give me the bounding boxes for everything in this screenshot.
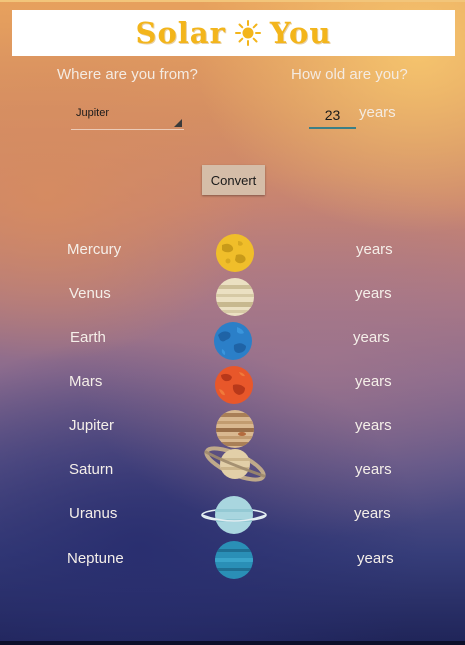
planet-row-neptune: Neptune years — [0, 540, 465, 584]
planet-name: Neptune — [67, 550, 124, 567]
planet-name: Earth — [70, 329, 106, 346]
planet-select[interactable]: Jupiter — [71, 103, 184, 130]
planet-select-value: Jupiter — [76, 107, 110, 119]
planet-years: years — [355, 373, 392, 390]
venus-icon — [216, 278, 254, 316]
planet-years: years — [355, 461, 392, 478]
app-title-left: Solar — [135, 16, 226, 50]
planet-row-mars: Mars years — [0, 363, 465, 407]
planet-name: Jupiter — [69, 417, 115, 434]
mercury-icon — [216, 234, 254, 272]
planet-years: years — [354, 505, 391, 522]
planet-row-venus: Venus years — [0, 275, 465, 319]
uranus-icon — [201, 496, 267, 534]
planet-name: Mercury — [67, 241, 122, 258]
from-label: Where are you from? — [57, 66, 198, 83]
mars-icon — [215, 366, 253, 404]
planet-years: years — [356, 241, 393, 258]
planet-name: Venus — [69, 285, 111, 302]
bottom-edge — [0, 641, 465, 645]
saturn-icon — [204, 446, 266, 482]
planet-name: Saturn — [69, 461, 114, 478]
earth-icon — [214, 322, 252, 360]
top-edge — [0, 0, 465, 2]
planet-row-saturn: Saturn years — [0, 446, 465, 495]
app-title: Solar You — [136, 16, 332, 50]
planet-name: Mars — [69, 373, 103, 390]
convert-button[interactable]: Convert — [202, 165, 265, 195]
planet-years: years — [355, 285, 392, 302]
age-unit-label: years — [359, 104, 396, 121]
planet-years: years — [353, 329, 390, 346]
age-label: How old are you? — [291, 66, 408, 83]
planet-years: years — [357, 550, 394, 567]
neptune-icon — [215, 541, 253, 579]
planet-years: years — [355, 417, 392, 434]
planet-name: Uranus — [69, 505, 118, 522]
age-input[interactable] — [309, 100, 356, 129]
planet-row-uranus: Uranus years — [0, 495, 465, 539]
sun-icon — [234, 20, 261, 46]
planet-row-mercury: Mercury years — [0, 231, 465, 275]
app-header: Solar You — [12, 10, 455, 56]
dropdown-arrow-icon — [174, 119, 182, 127]
planet-row-earth: Earth years — [0, 319, 465, 363]
app-title-right: You — [269, 16, 332, 50]
